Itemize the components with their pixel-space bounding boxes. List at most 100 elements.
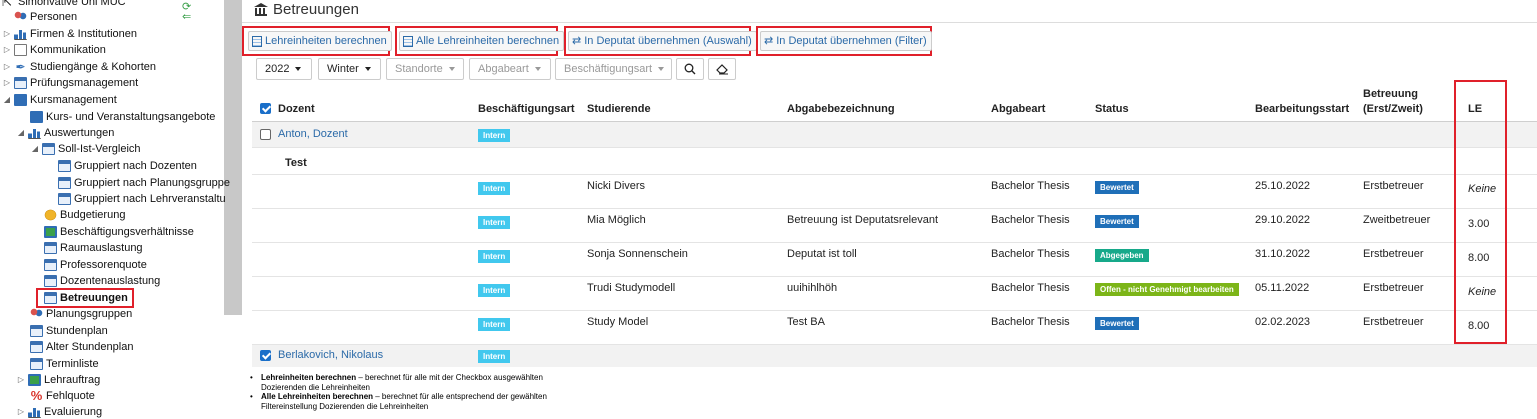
collapse-arrow-icon[interactable]: ◢ bbox=[2, 92, 12, 108]
collapse-arrow-icon[interactable]: ◢ bbox=[30, 141, 40, 157]
lecturer-checkbox[interactable] bbox=[260, 350, 271, 361]
year-select[interactable]: 2022 bbox=[256, 58, 312, 80]
submission-title-cell: Deputat ist toll bbox=[787, 248, 857, 260]
submission-title-cell: uuihihlhöh bbox=[787, 282, 838, 294]
lecturer-link[interactable]: Anton, Dozent bbox=[278, 128, 348, 140]
gear-icon bbox=[44, 226, 57, 238]
sidebar-item-alter-stundenplan[interactable]: Alter Stundenplan bbox=[30, 339, 133, 355]
lecturer-checkbox[interactable] bbox=[260, 129, 271, 140]
employment-type-select[interactable]: Beschäftigungsart bbox=[555, 58, 672, 80]
sidebar-item-betreuungen[interactable]: Betreuungen bbox=[36, 288, 134, 308]
status-badge: Bewertet bbox=[1095, 181, 1139, 194]
select-all-checkbox[interactable] bbox=[260, 103, 271, 114]
collapse-arrow-icon[interactable]: ◢ bbox=[16, 125, 26, 141]
sidebar-item-professorenquote[interactable]: Professorenquote bbox=[44, 257, 147, 273]
note-cont: Dozierenden die Lehreinheiten bbox=[261, 382, 370, 392]
sidebar-item-label: Gruppiert nach Planungsgruppe bbox=[74, 177, 230, 189]
note-cont: Filtereinstellung Dozierenden die Lehrei… bbox=[261, 401, 429, 411]
sidebar-item-auswertungen[interactable]: ◢ Auswertungen bbox=[16, 125, 114, 141]
term-select[interactable]: Winter bbox=[318, 58, 381, 80]
sidebar-item-soll-ist[interactable]: ◢ Soll-Ist-Vergleich bbox=[30, 141, 141, 157]
people-icon bbox=[14, 11, 27, 23]
sidebar-item-label: Soll-Ist-Vergleich bbox=[58, 143, 141, 155]
col-header-supervision-sub[interactable]: (Erst/Zweit) bbox=[1363, 103, 1423, 115]
transfer-icon: ⇄ bbox=[764, 35, 774, 47]
employment-badge: Intern bbox=[478, 250, 511, 263]
col-header-start[interactable]: Bearbeitungsstart bbox=[1255, 103, 1349, 115]
deputat-selection-button[interactable]: ⇄ In Deputat übernehmen (Auswahl) bbox=[568, 31, 757, 51]
lecturer-link[interactable]: Berlakovich, Nikolaus bbox=[278, 349, 383, 361]
col-header-submission-type[interactable]: Abgabeart bbox=[991, 103, 1045, 115]
sidebar-item-kursangebote[interactable]: Kurs- und Veranstaltungsangebote bbox=[30, 109, 215, 125]
calendar-icon bbox=[30, 358, 43, 370]
expand-arrow-icon[interactable]: ▷ bbox=[2, 59, 12, 75]
sidebar-item-budgetierung[interactable]: Budgetierung bbox=[44, 207, 125, 223]
status-badge: Offen - nicht Genehmigt bearbeiten bbox=[1095, 283, 1239, 296]
supervision-cell: Erstbetreuer bbox=[1363, 248, 1424, 260]
arrow-left-icon[interactable]: ⇐ bbox=[182, 10, 191, 23]
col-header-students[interactable]: Studierende bbox=[587, 103, 651, 115]
sidebar-item-label: Dozentenauslastung bbox=[60, 275, 161, 287]
calc-units-label: Lehreinheiten berechnen bbox=[265, 35, 387, 47]
sidebar-item-kommunikation[interactable]: ▷ Kommunikation bbox=[2, 42, 106, 58]
submission-type-select[interactable]: Abgabeart bbox=[469, 58, 551, 80]
deputat-selection-label: In Deputat übernehmen (Auswahl) bbox=[584, 35, 752, 47]
sidebar-item-gruppiert-planungsgruppe[interactable]: Gruppiert nach Planungsgruppe bbox=[58, 175, 230, 191]
deputat-filter-button[interactable]: ⇄ In Deputat übernehmen (Filter) bbox=[760, 31, 932, 51]
search-button[interactable] bbox=[676, 58, 704, 80]
expand-arrow-icon[interactable]: ▷ bbox=[2, 75, 12, 91]
submission-type-cell: Bachelor Thesis bbox=[991, 248, 1070, 260]
sidebar-item-terminliste[interactable]: Terminliste bbox=[30, 356, 99, 372]
note-text: – berechnet für alle entsprechend der ge… bbox=[373, 392, 547, 401]
calc-all-units-label: Alle Lehreinheiten berechnen bbox=[416, 35, 560, 47]
sidebar-item-dozentenauslastung[interactable]: Dozentenauslastung bbox=[44, 273, 160, 289]
sidebar-item-gruppiert-dozenten[interactable]: Gruppiert nach Dozenten bbox=[58, 158, 197, 174]
sidebar-item-label: Stundenplan bbox=[46, 325, 108, 337]
sidebar-item-label: Alter Stundenplan bbox=[46, 341, 134, 353]
col-header-supervision[interactable]: Betreuung bbox=[1363, 88, 1418, 100]
sidebar-item-label: Fehlquote bbox=[46, 390, 95, 402]
student-cell: Mia Möglich bbox=[587, 214, 646, 226]
sidebar-item-label: Betreuungen bbox=[60, 292, 128, 304]
expand-arrow-icon[interactable]: ▷ bbox=[16, 404, 26, 419]
sidebar-item-planungsgruppen[interactable]: Planungsgruppen bbox=[30, 306, 132, 322]
employment-badge: Intern bbox=[478, 182, 511, 195]
sidebar-item-lehrauftrag[interactable]: ▷ Lehrauftrag bbox=[16, 372, 100, 388]
sidebar-item-fehlquote[interactable]: % Fehlquote bbox=[30, 388, 95, 404]
location-select[interactable]: Standorte bbox=[386, 58, 464, 80]
calc-units-button[interactable]: Lehreinheiten berechnen bbox=[248, 31, 392, 51]
sidebar-item-personen[interactable]: Personen bbox=[14, 9, 77, 25]
chevron-down-icon bbox=[534, 67, 541, 72]
transfer-icon: ⇄ bbox=[572, 35, 582, 47]
sidebar-item-kursmanagement[interactable]: ◢ Kursmanagement bbox=[2, 92, 117, 108]
sidebar-item-raumauslastung[interactable]: Raumauslastung bbox=[44, 240, 143, 256]
sidebar-item-beschaeftigungsverhaeltnisse[interactable]: Beschäftigungsverhältnisse bbox=[44, 224, 194, 240]
sidebar-item-gruppiert-lehrveranstaltung[interactable]: Gruppiert nach Lehrveranstaltu bbox=[58, 191, 226, 207]
col-header-status[interactable]: Status bbox=[1095, 103, 1129, 115]
sidebar-item-label: Firmen & Institutionen bbox=[30, 28, 137, 40]
cursor-icon: ⇱ bbox=[2, 0, 13, 9]
calc-all-units-button[interactable]: Alle Lehreinheiten berechnen bbox=[399, 31, 565, 51]
col-header-submission-title[interactable]: Abgabebezeichnung bbox=[787, 103, 895, 115]
sidebar-scrollbar[interactable] bbox=[224, 0, 242, 315]
supervision-cell: Zweitbetreuer bbox=[1363, 214, 1431, 226]
col-header-lecturer[interactable]: Dozent bbox=[278, 103, 315, 115]
sidebar-item-label: Kommunikation bbox=[30, 44, 106, 56]
calendar-icon bbox=[14, 77, 27, 89]
chevron-down-icon bbox=[364, 67, 371, 72]
submission-type-cell: Bachelor Thesis bbox=[991, 316, 1070, 328]
expand-arrow-icon[interactable]: ▷ bbox=[2, 42, 12, 58]
calendar-icon bbox=[58, 160, 71, 172]
col-header-employment[interactable]: Beschäftigungsart bbox=[478, 103, 575, 115]
sidebar-item-stundenplan[interactable]: Stundenplan bbox=[30, 323, 108, 339]
clear-filter-button[interactable] bbox=[708, 58, 736, 80]
student-cell: Study Model bbox=[587, 316, 649, 328]
sidebar-item-pruefungsmanagement[interactable]: ▷ Prüfungsmanagement bbox=[2, 75, 138, 91]
expand-arrow-icon[interactable]: ▷ bbox=[16, 372, 26, 388]
supervision-cell: Erstbetreuer bbox=[1363, 282, 1424, 294]
note-bold: Alle Lehreinheiten berechnen bbox=[261, 392, 374, 401]
sidebar-item-evaluierung[interactable]: ▷ Evaluierung bbox=[16, 404, 102, 419]
expand-arrow-icon[interactable]: ▷ bbox=[2, 26, 12, 42]
sidebar-item-firmen[interactable]: ▷ Firmen & Institutionen bbox=[2, 26, 137, 42]
sidebar-item-studiengaenge[interactable]: ▷ ✒ Studiengänge & Kohorten bbox=[2, 59, 156, 75]
